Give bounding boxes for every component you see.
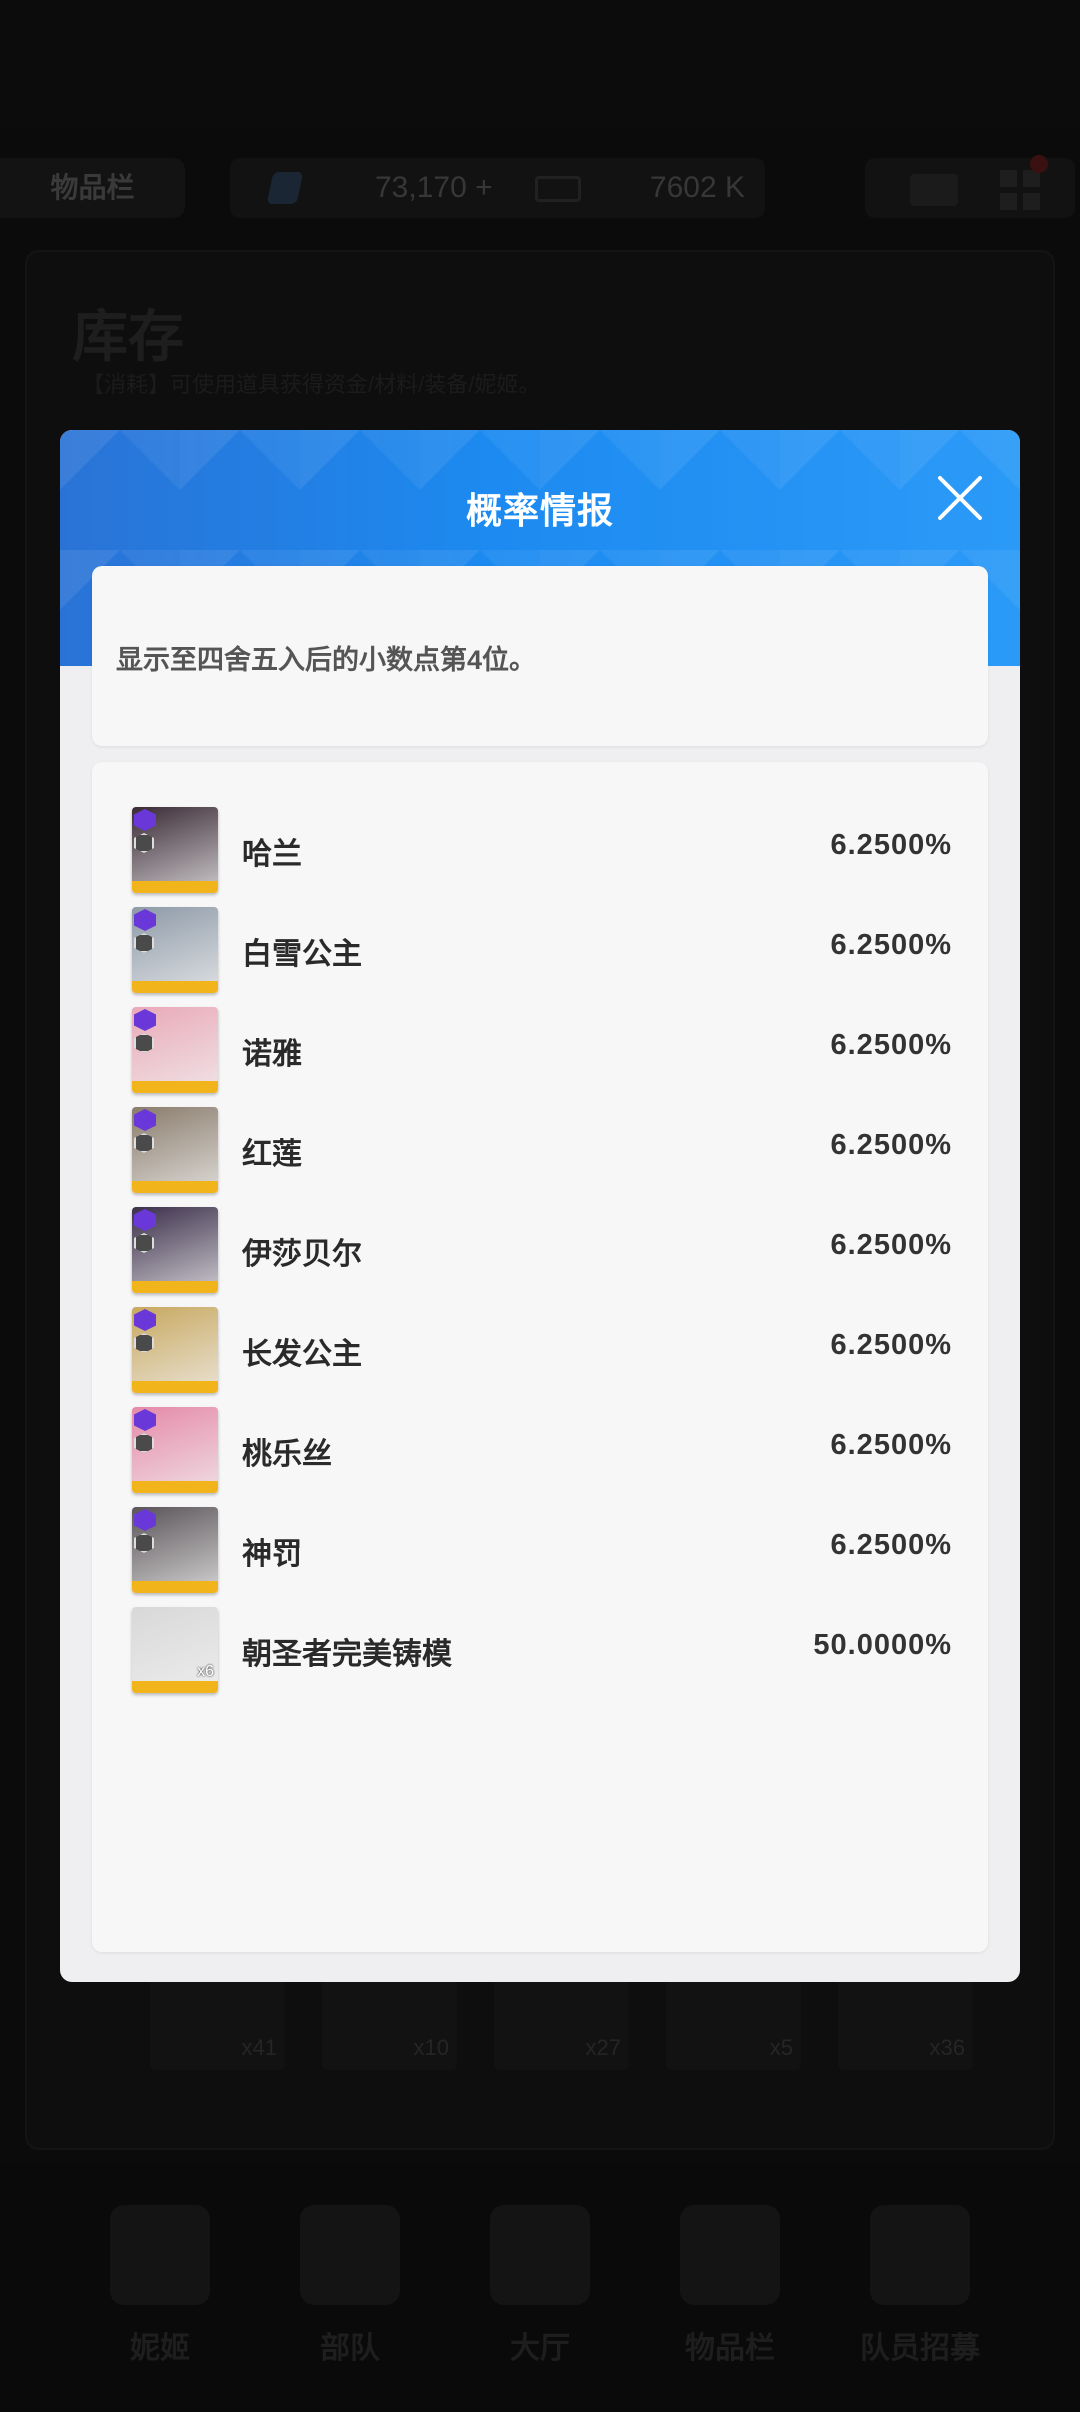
character-portrait: [132, 1207, 218, 1293]
close-button[interactable]: [930, 468, 990, 528]
modal-title: 概率情报: [465, 490, 614, 531]
item-quantity: x6: [197, 1663, 214, 1680]
item-name: 长发公主: [242, 1338, 362, 1371]
rarity-band: [132, 1581, 218, 1593]
notice-card: 显示至四舍五入后的小数点第4位。: [92, 566, 988, 746]
item-rate: 6.2500%: [830, 929, 952, 961]
probability-list[interactable]: 哈兰 6.2500% 白雪公主 6.2500% 诺雅 6.2500% 红莲 6.2500% 伊莎…: [92, 762, 988, 1952]
item-rate: 6.2500%: [830, 1329, 952, 1361]
close-icon: [938, 476, 982, 520]
list-item: x6 朝圣者完美铸模 50.0000%: [132, 1607, 952, 1695]
material-thumbnail: x6: [132, 1607, 218, 1693]
item-rate: 6.2500%: [830, 1129, 952, 1161]
item-rate: 6.2500%: [830, 1429, 952, 1461]
list-item: 哈兰 6.2500%: [132, 807, 952, 895]
item-name: 神罚: [242, 1538, 302, 1571]
item-rate: 6.2500%: [830, 1229, 952, 1261]
rarity-band: [132, 1681, 218, 1693]
rarity-band: [132, 1281, 218, 1293]
character-portrait: [132, 1307, 218, 1393]
list-item: 神罚 6.2500%: [132, 1507, 952, 1595]
rarity-band: [132, 1381, 218, 1393]
item-name: 哈兰: [242, 838, 302, 871]
character-portrait: [132, 807, 218, 893]
item-name: 白雪公主: [242, 938, 362, 971]
list-item: 伊莎贝尔 6.2500%: [132, 1207, 952, 1295]
probability-modal: 概率情报 显示至四舍五入后的小数点第4位。 哈兰 6.2500% 白雪公主 6.250…: [60, 430, 1020, 1982]
character-portrait: [132, 1407, 218, 1493]
list-item: 红莲 6.2500%: [132, 1107, 952, 1195]
rarity-band: [132, 981, 218, 993]
character-portrait: [132, 1007, 218, 1093]
character-portrait: [132, 1507, 218, 1593]
rarity-band: [132, 1481, 218, 1493]
item-name: 桃乐丝: [242, 1438, 332, 1471]
item-name: 朝圣者完美铸模: [242, 1638, 452, 1671]
item-name: 伊莎贝尔: [242, 1238, 362, 1271]
list-item: 长发公主 6.2500%: [132, 1307, 952, 1395]
rounding-notice: 显示至四舍五入后的小数点第4位。: [116, 645, 537, 675]
item-rate: 6.2500%: [830, 1529, 952, 1561]
item-name: 红莲: [242, 1138, 302, 1171]
item-rate: 50.0000%: [813, 1629, 952, 1661]
list-item: 诺雅 6.2500%: [132, 1007, 952, 1095]
list-item: 白雪公主 6.2500%: [132, 907, 952, 995]
character-portrait: [132, 1107, 218, 1193]
item-name: 诺雅: [242, 1038, 302, 1071]
character-portrait: [132, 907, 218, 993]
rarity-band: [132, 881, 218, 893]
item-rate: 6.2500%: [830, 1029, 952, 1061]
rarity-band: [132, 1081, 218, 1093]
list-item: 桃乐丝 6.2500%: [132, 1407, 952, 1495]
rarity-band: [132, 1181, 218, 1193]
item-rate: 6.2500%: [830, 829, 952, 861]
